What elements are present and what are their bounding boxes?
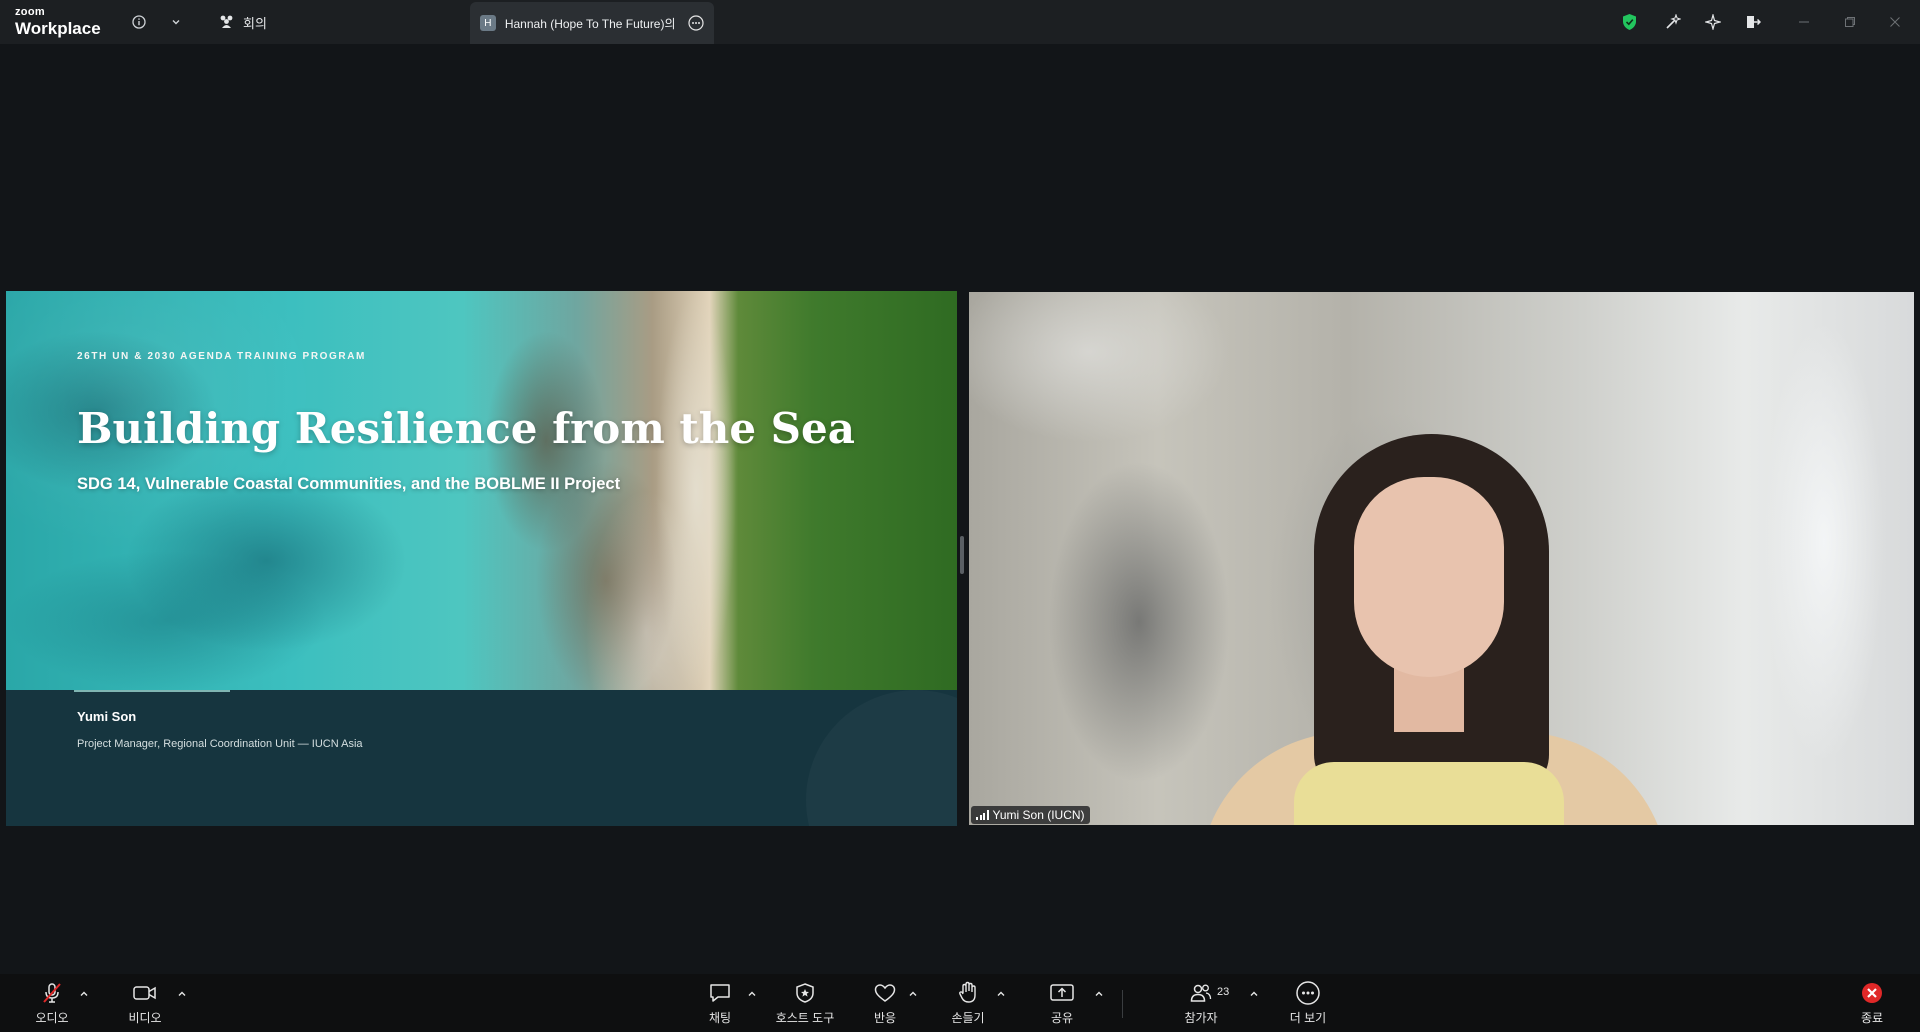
audio-label: 오디오 (35, 1011, 69, 1025)
sparkle-icon[interactable] (1701, 0, 1725, 44)
chat-icon (708, 980, 732, 1006)
info-icon[interactable] (128, 0, 150, 44)
slide-footer-panel (6, 690, 957, 826)
slide-presenter-name: Yumi Son (77, 709, 137, 724)
reactions-label: 반응 (873, 1011, 897, 1025)
slide-title: Building Resilience from the Sea (77, 404, 855, 453)
meeting-label: 회의 (243, 15, 267, 31)
audio-caret-icon[interactable] (78, 988, 90, 1000)
participant-name: Yumi Son (IUCN) (992, 808, 1085, 822)
mic-muted-icon (40, 980, 64, 1006)
participant-video[interactable] (969, 292, 1914, 825)
slide-kicker: 26TH UN & 2030 AGENDA TRAINING PROGRAM (77, 351, 366, 362)
chat-button[interactable]: 채팅 (685, 980, 755, 1028)
title-bar: zoom Workplace 회의 H Hannah (Hope To The … (0, 0, 1920, 44)
host-tools-button[interactable]: 호스트 도구 (769, 980, 841, 1028)
participants-icon (1189, 980, 1213, 1006)
tab-avatar: H (480, 15, 496, 31)
slide-presenter-role: Project Manager, Regional Coordination U… (77, 738, 363, 750)
share-button[interactable]: 공유 (1027, 980, 1097, 1028)
end-button[interactable]: 종료 (1837, 980, 1907, 1028)
close-icon[interactable] (1885, 0, 1905, 44)
video-person-top (1294, 762, 1564, 825)
video-button[interactable]: 비디오 (110, 980, 180, 1028)
chat-caret-icon[interactable] (746, 988, 758, 1000)
shared-screen[interactable]: 26TH UN & 2030 AGENDA TRAINING PROGRAM B… (6, 291, 957, 826)
slide-decor-circle (806, 690, 957, 826)
more-dots-icon (1295, 980, 1321, 1006)
audio-button[interactable]: 오디오 (17, 980, 87, 1028)
app-logo: zoom Workplace (15, 6, 101, 38)
logo-zoom-text: zoom (15, 6, 45, 18)
participants-label: 참가자 (1184, 1011, 1218, 1025)
chevron-down-icon[interactable] (166, 0, 186, 44)
participant-name-tag: Yumi Son (IUCN) (971, 806, 1090, 824)
meeting-toolbar: 오디오 비디오 채팅 호스트 도구 반응 손들기 공유 참가자 23 더 보기 … (0, 974, 1920, 1032)
slide-subtitle: SDG 14, Vulnerable Coastal Communities, … (77, 475, 621, 493)
host-tools-label: 호스트 도구 (775, 1011, 835, 1025)
video-label: 비디오 (128, 1011, 162, 1025)
signal-bars-icon (976, 810, 989, 820)
end-label: 종료 (1860, 1011, 1884, 1025)
end-icon (1860, 980, 1884, 1006)
meeting-icon (218, 14, 235, 31)
share-caret-icon[interactable] (1093, 988, 1105, 1000)
shield-check-icon[interactable] (1617, 0, 1641, 44)
raise-hand-caret-icon[interactable] (995, 988, 1007, 1000)
reactions-caret-icon[interactable] (907, 988, 919, 1000)
participants-count: 23 (1217, 986, 1230, 998)
video-caret-icon[interactable] (176, 988, 188, 1000)
raise-hand-button[interactable]: 손들기 (933, 980, 1003, 1028)
more-button[interactable]: 더 보기 (1273, 980, 1343, 1028)
chat-label: 채팅 (708, 1011, 732, 1025)
participants-caret-icon[interactable] (1248, 988, 1260, 1000)
raise-hand-label: 손들기 (951, 1011, 985, 1025)
share-screen-icon (1049, 980, 1075, 1006)
host-shield-icon (794, 980, 816, 1006)
heart-icon (873, 980, 897, 1006)
more-icon[interactable] (688, 15, 704, 31)
hand-icon (957, 980, 979, 1006)
meeting-stage: 26TH UN & 2030 AGENDA TRAINING PROGRAM B… (0, 44, 1920, 974)
toolbar-divider (1122, 990, 1123, 1018)
leave-icon[interactable] (1741, 0, 1765, 44)
slide-accent-line (74, 690, 230, 692)
minimize-icon[interactable] (1794, 0, 1814, 44)
share-label: 공유 (1050, 1011, 1074, 1025)
wand-icon[interactable] (1661, 0, 1685, 44)
more-label: 더 보기 (1289, 1011, 1327, 1025)
maximize-icon[interactable] (1840, 0, 1860, 44)
video-person-face (1354, 477, 1504, 677)
meeting-tab[interactable]: 회의 (218, 0, 267, 44)
logo-workplace-text: Workplace (15, 19, 101, 38)
tab-title: Hannah (Hope To The Future)의 화면 (504, 16, 679, 31)
camera-icon (132, 980, 158, 1006)
shared-screen-tab[interactable]: H Hannah (Hope To The Future)의 화면 (470, 2, 714, 44)
split-view-handle[interactable] (960, 536, 964, 574)
